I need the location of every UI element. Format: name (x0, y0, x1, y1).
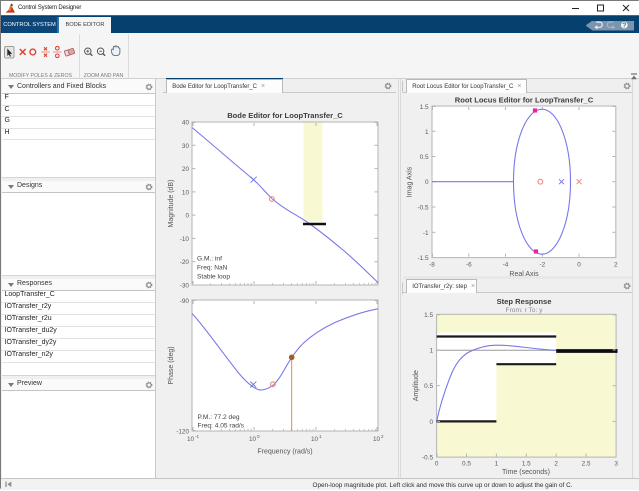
svg-text:P.M.: 77.2 deg: P.M.: 77.2 deg (198, 414, 240, 421)
svg-text:1: 1 (425, 129, 429, 136)
svg-text:0: 0 (425, 179, 429, 186)
svg-text:3: 3 (614, 461, 618, 468)
svg-text:0: 0 (185, 213, 189, 220)
svg-text:2: 2 (381, 434, 384, 439)
svg-text:20: 20 (182, 166, 190, 173)
svg-text:0: 0 (435, 461, 439, 468)
svg-text:2: 2 (554, 461, 558, 468)
svg-text:Time (seconds): Time (seconds) (502, 469, 550, 476)
svg-text:-2: -2 (539, 262, 545, 269)
svg-text:10: 10 (249, 436, 257, 443)
svg-text:30: 30 (182, 143, 190, 150)
svg-text:Step Response: Step Response (497, 297, 552, 306)
svg-text:2: 2 (614, 262, 618, 269)
svg-text:-120: -120 (176, 429, 189, 436)
svg-text:1.5: 1.5 (424, 312, 433, 319)
svg-text:-30: -30 (180, 283, 190, 290)
svg-text:1.5: 1.5 (420, 104, 429, 111)
svg-text:Freq: 4.05 rad/s: Freq: 4.05 rad/s (198, 423, 245, 430)
svg-text:2.5: 2.5 (582, 461, 591, 468)
svg-text:0.5: 0.5 (420, 154, 429, 161)
svg-text:Stable loop: Stable loop (197, 274, 230, 281)
svg-text:1: 1 (429, 348, 433, 355)
svg-text:-1: -1 (423, 230, 429, 237)
svg-text:-1.5: -1.5 (417, 255, 428, 262)
svg-text:Freq: NaN: Freq: NaN (197, 265, 228, 272)
svg-text:Root Locus Editor for LoopTran: Root Locus Editor for LoopTransfer_C (455, 96, 594, 105)
svg-text:10: 10 (311, 436, 319, 443)
svg-text:1.5: 1.5 (522, 461, 531, 468)
svg-text:10: 10 (187, 436, 195, 443)
svg-text:0: 0 (429, 419, 433, 426)
svg-text:From: r To: y: From: r To: y (506, 307, 544, 314)
svg-text:10: 10 (182, 189, 190, 196)
svg-text:0.5: 0.5 (462, 461, 471, 468)
svg-text:1: 1 (319, 434, 322, 439)
svg-text:-8: -8 (429, 262, 435, 269)
svg-text:-0.5: -0.5 (422, 455, 433, 462)
svg-text:Imag Axis: Imag Axis (407, 166, 414, 197)
svg-text:-90: -90 (180, 298, 190, 305)
svg-text:1: 1 (495, 461, 499, 468)
svg-text:Bode Editor for LoopTransfer_C: Bode Editor for LoopTransfer_C (227, 111, 343, 120)
svg-text:-4: -4 (503, 262, 509, 269)
svg-text:0: 0 (257, 434, 260, 439)
svg-text:?: ? (622, 21, 626, 30)
svg-text:-10: -10 (180, 236, 190, 243)
svg-text:-0.5: -0.5 (417, 205, 428, 212)
svg-text:40: 40 (182, 120, 190, 127)
svg-text:Frequency (rad/s): Frequency (rad/s) (257, 449, 312, 456)
svg-text:0.5: 0.5 (424, 383, 433, 390)
svg-text:0: 0 (577, 262, 581, 269)
svg-text:G.M.: inf: G.M.: inf (197, 256, 222, 263)
svg-text:-20: -20 (180, 259, 190, 266)
svg-text:Amplitude: Amplitude (413, 370, 420, 401)
svg-text:10: 10 (373, 436, 381, 443)
svg-text:-6: -6 (466, 262, 472, 269)
svg-text:Phase (deg): Phase (deg) (168, 346, 175, 384)
svg-text:-1: -1 (195, 434, 200, 439)
svg-text:Magnitude (dB): Magnitude (dB) (168, 180, 175, 228)
